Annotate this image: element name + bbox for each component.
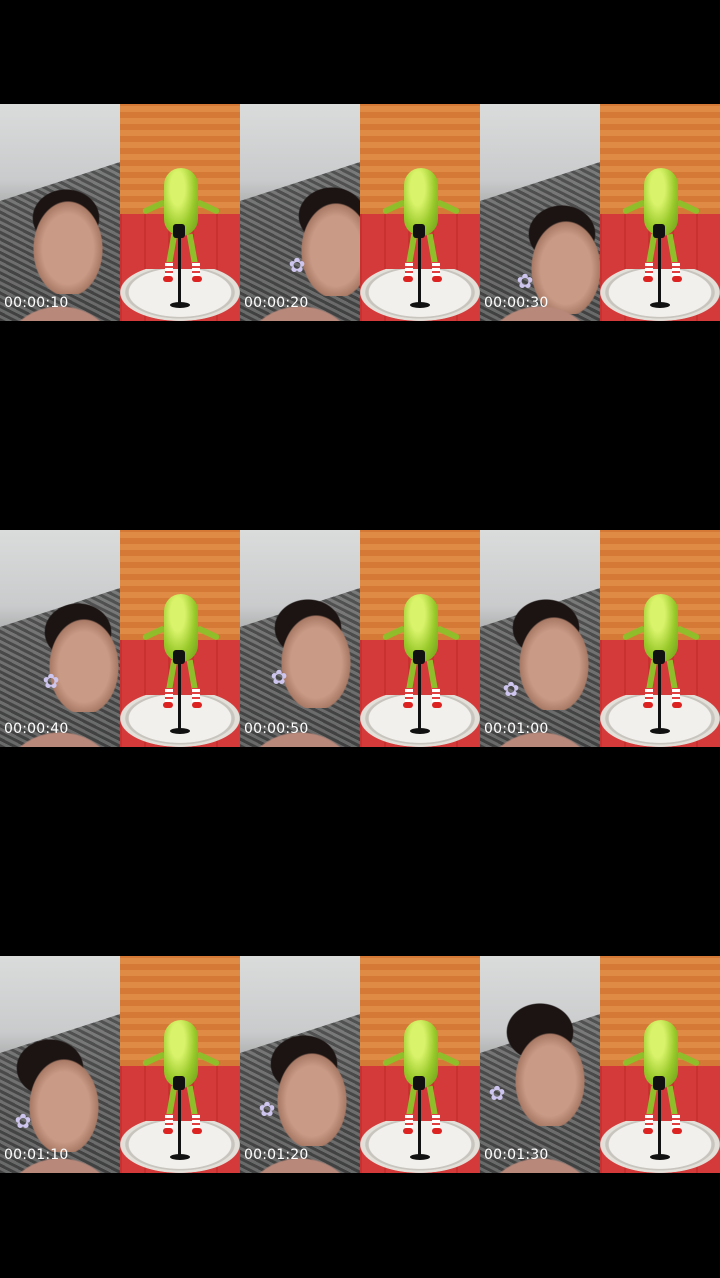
pickle-video — [360, 104, 480, 321]
microphone-icon — [413, 1076, 425, 1090]
duet-frame: ✿ — [240, 956, 480, 1173]
microphone-icon — [173, 224, 185, 238]
pickle-video — [600, 956, 720, 1173]
flower-icon: ✿ — [488, 1081, 506, 1105]
person-video: ✿ — [0, 956, 120, 1173]
frame-timestamp: 00:01:00 — [484, 721, 549, 737]
frame-timestamp: 00:01:20 — [244, 1147, 309, 1163]
microphone-icon — [413, 650, 425, 664]
pickle-video — [600, 530, 720, 747]
person-video: ✿ — [240, 956, 360, 1173]
flower-icon: ✿ — [288, 253, 306, 277]
pickle-video — [360, 530, 480, 747]
pickle-video — [120, 104, 240, 321]
flower-icon: ✿ — [14, 1109, 32, 1133]
duet-frame: ✿ — [240, 104, 480, 321]
person-video: ✿ — [240, 104, 360, 321]
frame-timestamp: 00:00:40 — [4, 721, 69, 737]
frame-thumbnail[interactable]: ✿ 00:01:20 — [240, 852, 480, 1278]
microphone-icon — [653, 224, 665, 238]
microphone-icon — [653, 1076, 665, 1090]
frame-thumbnail[interactable]: ✿ 00:01:30 — [480, 852, 720, 1278]
frame-thumbnail[interactable]: ✿ 00:01:10 — [0, 852, 240, 1278]
frame-timestamp: 00:00:10 — [4, 295, 69, 311]
duet-frame: ✿ — [0, 956, 240, 1173]
person-video: ✿ — [0, 530, 120, 747]
person-video: ✿ — [480, 530, 600, 747]
person-video: ✿ — [480, 104, 600, 321]
flower-icon: ✿ — [258, 1097, 276, 1121]
person-video — [0, 104, 120, 321]
frame-timestamp: 00:01:30 — [484, 1147, 549, 1163]
flower-icon: ✿ — [270, 665, 288, 689]
frame-thumbnail[interactable]: 00:00:10 — [0, 0, 240, 426]
frame-timestamp: 00:01:10 — [4, 1147, 69, 1163]
thumbnail-grid: 00:00:10 ✿ 00:00:20 ✿ 00:00:30 ✿ 00:00:4… — [0, 0, 720, 1278]
frame-thumbnail[interactable]: ✿ 00:00:30 — [480, 0, 720, 426]
frame-timestamp: 00:00:20 — [244, 295, 309, 311]
flower-icon: ✿ — [42, 669, 60, 693]
flower-icon: ✿ — [516, 269, 534, 293]
frame-timestamp: 00:00:30 — [484, 295, 549, 311]
pickle-video — [120, 530, 240, 747]
pickle-video — [600, 104, 720, 321]
microphone-icon — [173, 1076, 185, 1090]
pickle-video — [120, 956, 240, 1173]
duet-frame: ✿ — [480, 956, 720, 1173]
duet-frame: ✿ — [480, 530, 720, 747]
microphone-icon — [653, 650, 665, 664]
duet-frame: ✿ — [0, 530, 240, 747]
person-video: ✿ — [480, 956, 600, 1173]
duet-frame: ✿ — [480, 104, 720, 321]
pickle-video — [360, 956, 480, 1173]
microphone-icon — [413, 224, 425, 238]
frame-thumbnail[interactable]: ✿ 00:00:20 — [240, 0, 480, 426]
frame-thumbnail[interactable]: ✿ 00:00:40 — [0, 426, 240, 852]
flower-icon: ✿ — [502, 677, 520, 701]
frame-thumbnail[interactable]: ✿ 00:01:00 — [480, 426, 720, 852]
person-video: ✿ — [240, 530, 360, 747]
duet-frame — [0, 104, 240, 321]
duet-frame: ✿ — [240, 530, 480, 747]
microphone-icon — [173, 650, 185, 664]
frame-thumbnail[interactable]: ✿ 00:00:50 — [240, 426, 480, 852]
frame-timestamp: 00:00:50 — [244, 721, 309, 737]
